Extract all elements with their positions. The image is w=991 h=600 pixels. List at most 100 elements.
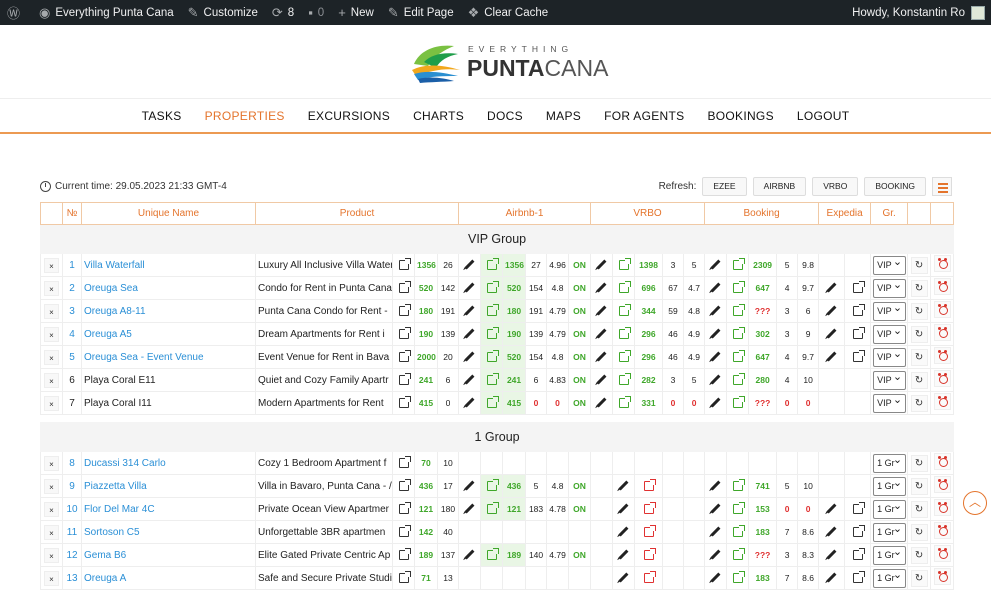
unique-name-link[interactable]: Gema B6: [81, 543, 256, 567]
alarm-clock-icon[interactable]: [933, 393, 951, 410]
refresh-icon[interactable]: ↻: [910, 546, 928, 564]
external-link-icon[interactable]: [486, 349, 499, 362]
alarm-clock-icon[interactable]: [933, 301, 951, 318]
refresh-vrbo-button[interactable]: VRBO: [812, 177, 859, 196]
pencil-icon[interactable]: [596, 328, 607, 339]
vrbo-edit-cell[interactable]: [590, 276, 614, 300]
vrbo-link-cell[interactable]: [634, 520, 664, 544]
booking-edit-cell[interactable]: [704, 276, 728, 300]
number-cell[interactable]: 13: [62, 566, 82, 590]
booking-link-cell[interactable]: [726, 497, 750, 521]
pencil-icon[interactable]: [464, 282, 475, 293]
number-cell[interactable]: 5: [62, 345, 82, 369]
pencil-icon[interactable]: [710, 549, 721, 560]
updates-link[interactable]: ⟳ 8: [265, 0, 301, 25]
pencil-icon[interactable]: [826, 549, 837, 560]
nav-tasks[interactable]: TASKS: [130, 99, 193, 132]
airbnb-link-cell[interactable]: [480, 299, 504, 323]
external-link-icon[interactable]: [643, 501, 656, 514]
unique-name-link[interactable]: Oreuga A5: [81, 322, 256, 346]
external-link-icon[interactable]: [852, 349, 865, 362]
external-link-icon[interactable]: [852, 524, 865, 537]
group-select[interactable]: VIP: [873, 324, 907, 344]
external-link-icon[interactable]: [486, 372, 499, 385]
pencil-icon[interactable]: [826, 282, 837, 293]
external-link-icon[interactable]: [618, 395, 631, 408]
expedia-edit-cell[interactable]: [818, 566, 846, 590]
unique-name-link[interactable]: Oreuga A8-11: [81, 299, 256, 323]
external-link-icon[interactable]: [732, 524, 745, 537]
booking-link-cell[interactable]: [726, 391, 750, 415]
pencil-icon[interactable]: [464, 259, 475, 270]
expedia-edit-cell[interactable]: [818, 322, 846, 346]
airbnb-link-cell[interactable]: [480, 276, 504, 300]
ezee-link-cell[interactable]: [392, 345, 415, 369]
unique-name-link[interactable]: Oreuga Sea - Event Venue: [81, 345, 256, 369]
header-number[interactable]: №: [62, 202, 82, 225]
pencil-icon[interactable]: [826, 503, 837, 514]
pencil-icon[interactable]: [710, 480, 721, 491]
pencil-icon[interactable]: [464, 397, 475, 408]
edit-page-link[interactable]: ✎ Edit Page: [381, 0, 461, 25]
vrbo-link-cell[interactable]: [634, 474, 664, 498]
vrbo-edit-cell[interactable]: [612, 497, 636, 521]
refresh-icon[interactable]: ↻: [910, 454, 928, 472]
unique-name-link[interactable]: Piazzetta Villa: [81, 474, 256, 498]
refresh-icon[interactable]: ↻: [910, 500, 928, 518]
external-link-icon[interactable]: [732, 257, 745, 270]
header-airbnb[interactable]: Airbnb-1: [458, 202, 592, 225]
pencil-icon[interactable]: [596, 397, 607, 408]
nav-charts[interactable]: CHARTS: [402, 99, 476, 132]
external-link-icon[interactable]: [732, 372, 745, 385]
number-cell[interactable]: 12: [62, 543, 82, 567]
booking-edit-cell[interactable]: [704, 345, 728, 369]
refresh-icon[interactable]: ↻: [910, 325, 928, 343]
external-link-icon[interactable]: [732, 395, 745, 408]
external-link-icon[interactable]: [732, 280, 745, 293]
number-cell[interactable]: 1: [62, 253, 82, 277]
vrbo-edit-cell[interactable]: [612, 520, 636, 544]
comments-link[interactable]: ▪ 0: [301, 0, 331, 25]
booking-edit-cell[interactable]: [704, 543, 728, 567]
pencil-icon[interactable]: [710, 259, 721, 270]
external-link-icon[interactable]: [398, 257, 411, 270]
alarm-clock-icon[interactable]: [933, 278, 951, 295]
external-link-icon[interactable]: [486, 547, 499, 560]
vrbo-link-cell[interactable]: [612, 345, 636, 369]
booking-link-cell[interactable]: [726, 345, 750, 369]
external-link-icon[interactable]: [852, 326, 865, 339]
external-link-icon[interactable]: [732, 547, 745, 560]
external-link-icon[interactable]: [852, 303, 865, 316]
external-link-icon[interactable]: [732, 326, 745, 339]
external-link-icon[interactable]: [398, 570, 411, 583]
booking-edit-cell[interactable]: [704, 391, 728, 415]
alarm-clock-icon[interactable]: [933, 370, 951, 387]
vrbo-link-cell[interactable]: [612, 368, 636, 392]
external-link-icon[interactable]: [732, 501, 745, 514]
external-link-icon[interactable]: [852, 280, 865, 293]
refresh-ezee-button[interactable]: EZEE: [702, 177, 747, 196]
pencil-icon[interactable]: [710, 572, 721, 583]
remove-button[interactable]: ×: [44, 349, 59, 365]
pencil-icon[interactable]: [826, 526, 837, 537]
remove-button[interactable]: ×: [44, 455, 59, 471]
vrbo-edit-cell[interactable]: [590, 322, 614, 346]
refresh-booking-button[interactable]: BOOKING: [864, 177, 926, 196]
group-select[interactable]: 1 Gr: [873, 545, 907, 565]
pencil-icon[interactable]: [710, 351, 721, 362]
pencil-icon[interactable]: [596, 305, 607, 316]
alarm-clock-icon[interactable]: [933, 347, 951, 364]
external-link-icon[interactable]: [643, 570, 656, 583]
pencil-icon[interactable]: [826, 572, 837, 583]
external-link-icon[interactable]: [486, 303, 499, 316]
alarm-clock-icon[interactable]: [933, 453, 951, 470]
airbnb-link-cell[interactable]: [480, 497, 504, 521]
booking-link-cell[interactable]: [726, 253, 750, 277]
pencil-icon[interactable]: [596, 374, 607, 385]
external-link-icon[interactable]: [398, 395, 411, 408]
airbnb-edit-cell[interactable]: [458, 474, 482, 498]
refresh-icon[interactable]: ↻: [910, 302, 928, 320]
group-select[interactable]: 1 Gr: [873, 453, 907, 473]
group-select[interactable]: VIP: [873, 301, 907, 321]
group-select[interactable]: VIP: [873, 278, 907, 298]
